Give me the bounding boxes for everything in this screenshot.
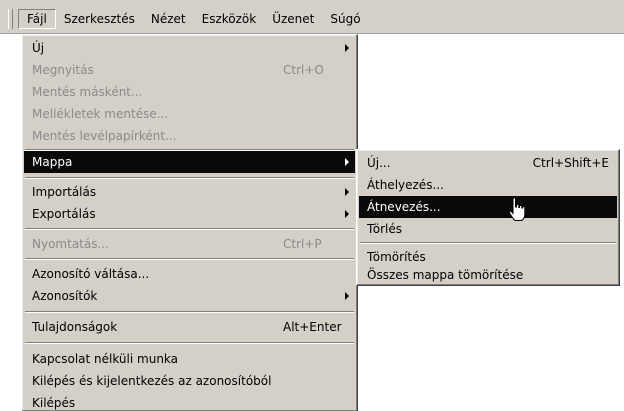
menu-item-shortcut: Alt+Enter — [283, 320, 342, 334]
menu-help[interactable]: Súgó — [322, 9, 368, 29]
menu-tools[interactable]: Eszközök — [194, 9, 265, 29]
menu-item-label: Kapcsolat nélküli munka — [32, 352, 179, 366]
menu-item-open[interactable]: Megnyitás Ctrl+O — [24, 59, 355, 81]
menu-item-shortcut: Ctrl+Shift+E — [532, 156, 609, 170]
submenu-arrow-icon — [345, 188, 349, 196]
menu-item-label: Megnyitás — [32, 63, 94, 77]
menu-bar: Fájl Szerkesztés Nézet Eszközök Üzenet S… — [0, 0, 624, 34]
menu-item-label: Mentés másként... — [32, 85, 143, 99]
menu-separator — [25, 258, 354, 260]
menu-item-print[interactable]: Nyomtatás... Ctrl+P — [24, 233, 355, 255]
menu-item-work-offline[interactable]: Kapcsolat nélküli munka — [24, 348, 355, 370]
menu-message[interactable]: Üzenet — [264, 9, 322, 29]
menu-item-label: Mellékletek mentése... — [32, 107, 169, 121]
menu-separator — [25, 342, 354, 344]
menu-separator — [25, 311, 354, 313]
menu-item-label: Tulajdonságok — [32, 320, 118, 334]
menu-item-save-attachments[interactable]: Mellékletek mentése... — [24, 103, 355, 125]
menu-item-label: Azonosítók — [32, 289, 98, 303]
menu-item-label: Új — [32, 41, 45, 55]
submenu-arrow-icon — [345, 292, 349, 300]
menu-item-label: Kilépés — [32, 396, 76, 410]
menu-separator — [25, 177, 354, 179]
submenu-item-compact-all[interactable]: Összes mappa tömörítése — [359, 264, 617, 285]
menu-view[interactable]: Nézet — [143, 9, 194, 29]
folder-submenu: Új... Ctrl+Shift+E Áthelyezés... Átnevez… — [356, 149, 620, 286]
submenu-arrow-icon — [345, 44, 349, 52]
menu-item-label: Törlés — [367, 222, 403, 236]
menu-item-label: Tömörítés — [367, 250, 426, 264]
menu-item-folder[interactable]: Mappa — [24, 151, 355, 173]
menu-item-label: Mappa — [32, 155, 73, 169]
menu-item-shortcut: Ctrl+P — [283, 237, 322, 251]
menu-item-label: Importálás — [32, 185, 97, 199]
submenu-item-delete[interactable]: Törlés — [359, 218, 617, 240]
menu-item-label: Átnevezés... — [367, 200, 441, 214]
toolbar-grip[interactable] — [8, 9, 13, 29]
menu-item-label: Azonosító váltása... — [32, 267, 150, 281]
menu-item-identities[interactable]: Azonosítók — [24, 285, 355, 307]
menu-item-label: Mentés levélpapírként... — [32, 129, 177, 143]
submenu-item-new-folder[interactable]: Új... Ctrl+Shift+E — [359, 152, 617, 174]
hand-pointer-icon — [508, 197, 526, 221]
menu-item-exit[interactable]: Kilépés — [24, 392, 355, 411]
submenu-arrow-icon — [345, 210, 349, 218]
menu-item-label: Exportálás — [32, 207, 96, 221]
menu-item-switch-identity[interactable]: Azonosító váltása... — [24, 263, 355, 285]
menu-item-export[interactable]: Exportálás — [24, 203, 355, 225]
menu-item-shortcut: Ctrl+O — [283, 63, 324, 77]
submenu-item-rename[interactable]: Átnevezés... — [359, 196, 617, 218]
menu-separator — [360, 242, 616, 244]
menu-item-label: Kilépés és kijelentkezés az azonosítóból — [32, 374, 272, 388]
submenu-arrow-icon — [345, 158, 349, 166]
menu-item-label: Nyomtatás... — [32, 237, 109, 251]
menu-item-label: Összes mappa tömörítése — [367, 268, 524, 282]
menu-edit[interactable]: Szerkesztés — [56, 9, 143, 29]
submenu-item-move[interactable]: Áthelyezés... — [359, 174, 617, 196]
menu-item-label: Áthelyezés... — [367, 178, 444, 192]
menu-separator — [25, 228, 354, 230]
menu-item-label: Új... — [367, 156, 391, 170]
menu-item-exit-and-logoff[interactable]: Kilépés és kijelentkezés az azonosítóból — [24, 370, 355, 392]
menu-file[interactable]: Fájl — [18, 9, 56, 29]
menu-item-save-as-stationery[interactable]: Mentés levélpapírként... — [24, 125, 355, 147]
menu-item-save-as[interactable]: Mentés másként... — [24, 81, 355, 103]
menu-item-import[interactable]: Importálás — [24, 181, 355, 203]
menu-item-properties[interactable]: Tulajdonságok Alt+Enter — [24, 316, 355, 338]
file-menu: Új Megnyitás Ctrl+O Mentés másként... Me… — [21, 34, 358, 411]
menu-item-new[interactable]: Új — [24, 37, 355, 59]
